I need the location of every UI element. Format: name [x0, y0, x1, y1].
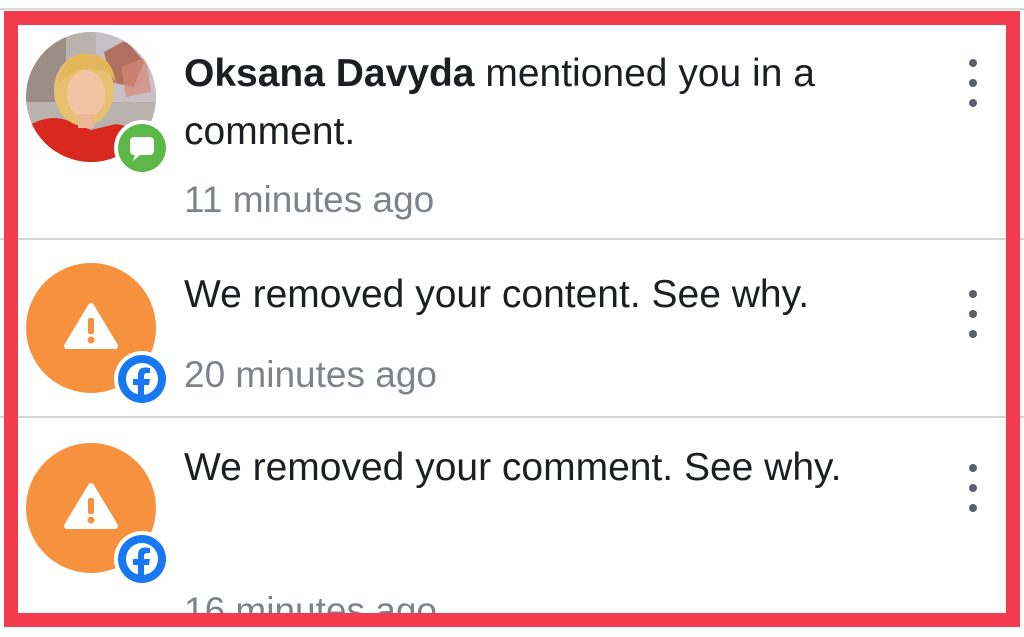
more-options-icon-dot — [969, 99, 977, 107]
more-options-icon-dot — [969, 310, 977, 318]
avatar-container — [26, 263, 170, 407]
notification-message: We removed your content. See why. — [184, 273, 810, 316]
badge — [114, 120, 170, 176]
badge — [114, 531, 170, 587]
notification-message: We removed your comment. See why. — [184, 446, 842, 489]
more-options-icon-dot — [969, 79, 977, 87]
more-options-icon — [969, 59, 977, 67]
more-options-icon-dot — [969, 330, 977, 338]
notification-list: Oksana Davyda mentioned you in a comment… — [18, 25, 1006, 613]
more-options-icon — [969, 290, 977, 298]
more-options-icon-dot — [969, 484, 977, 492]
avatar-container — [26, 443, 170, 587]
actor-name: Oksana Davyda — [184, 52, 475, 95]
notifications-screen: Oksana Davyda mentioned you in a comment… — [0, 0, 1024, 637]
comment-icon — [118, 124, 166, 172]
avatar-container — [26, 32, 170, 176]
notification-time: 16 minutes ago — [184, 590, 438, 627]
top-divider — [0, 8, 1024, 10]
more-options-icon — [969, 464, 977, 472]
more-options-icon-dot — [969, 504, 977, 512]
more-options-button[interactable] — [958, 53, 988, 113]
facebook-icon — [118, 355, 166, 403]
notification-text: Oksana Davyda mentioned you in a comment… — [184, 45, 904, 161]
notification-item-content-removed[interactable]: We removed your content. See why. 20 min… — [18, 240, 1006, 416]
highlight-frame: Oksana Davyda mentioned you in a comment… — [4, 11, 1020, 627]
facebook-icon — [118, 535, 166, 583]
notification-item-mention[interactable]: Oksana Davyda mentioned you in a comment… — [18, 25, 1006, 238]
more-options-button[interactable] — [958, 458, 988, 518]
notification-time: 20 minutes ago — [184, 354, 438, 395]
more-options-button[interactable] — [958, 284, 988, 344]
notification-item-comment-removed[interactable]: We removed your comment. See why. 16 min… — [18, 418, 1006, 613]
badge — [114, 351, 170, 407]
notification-time: 11 minutes ago — [184, 179, 435, 220]
